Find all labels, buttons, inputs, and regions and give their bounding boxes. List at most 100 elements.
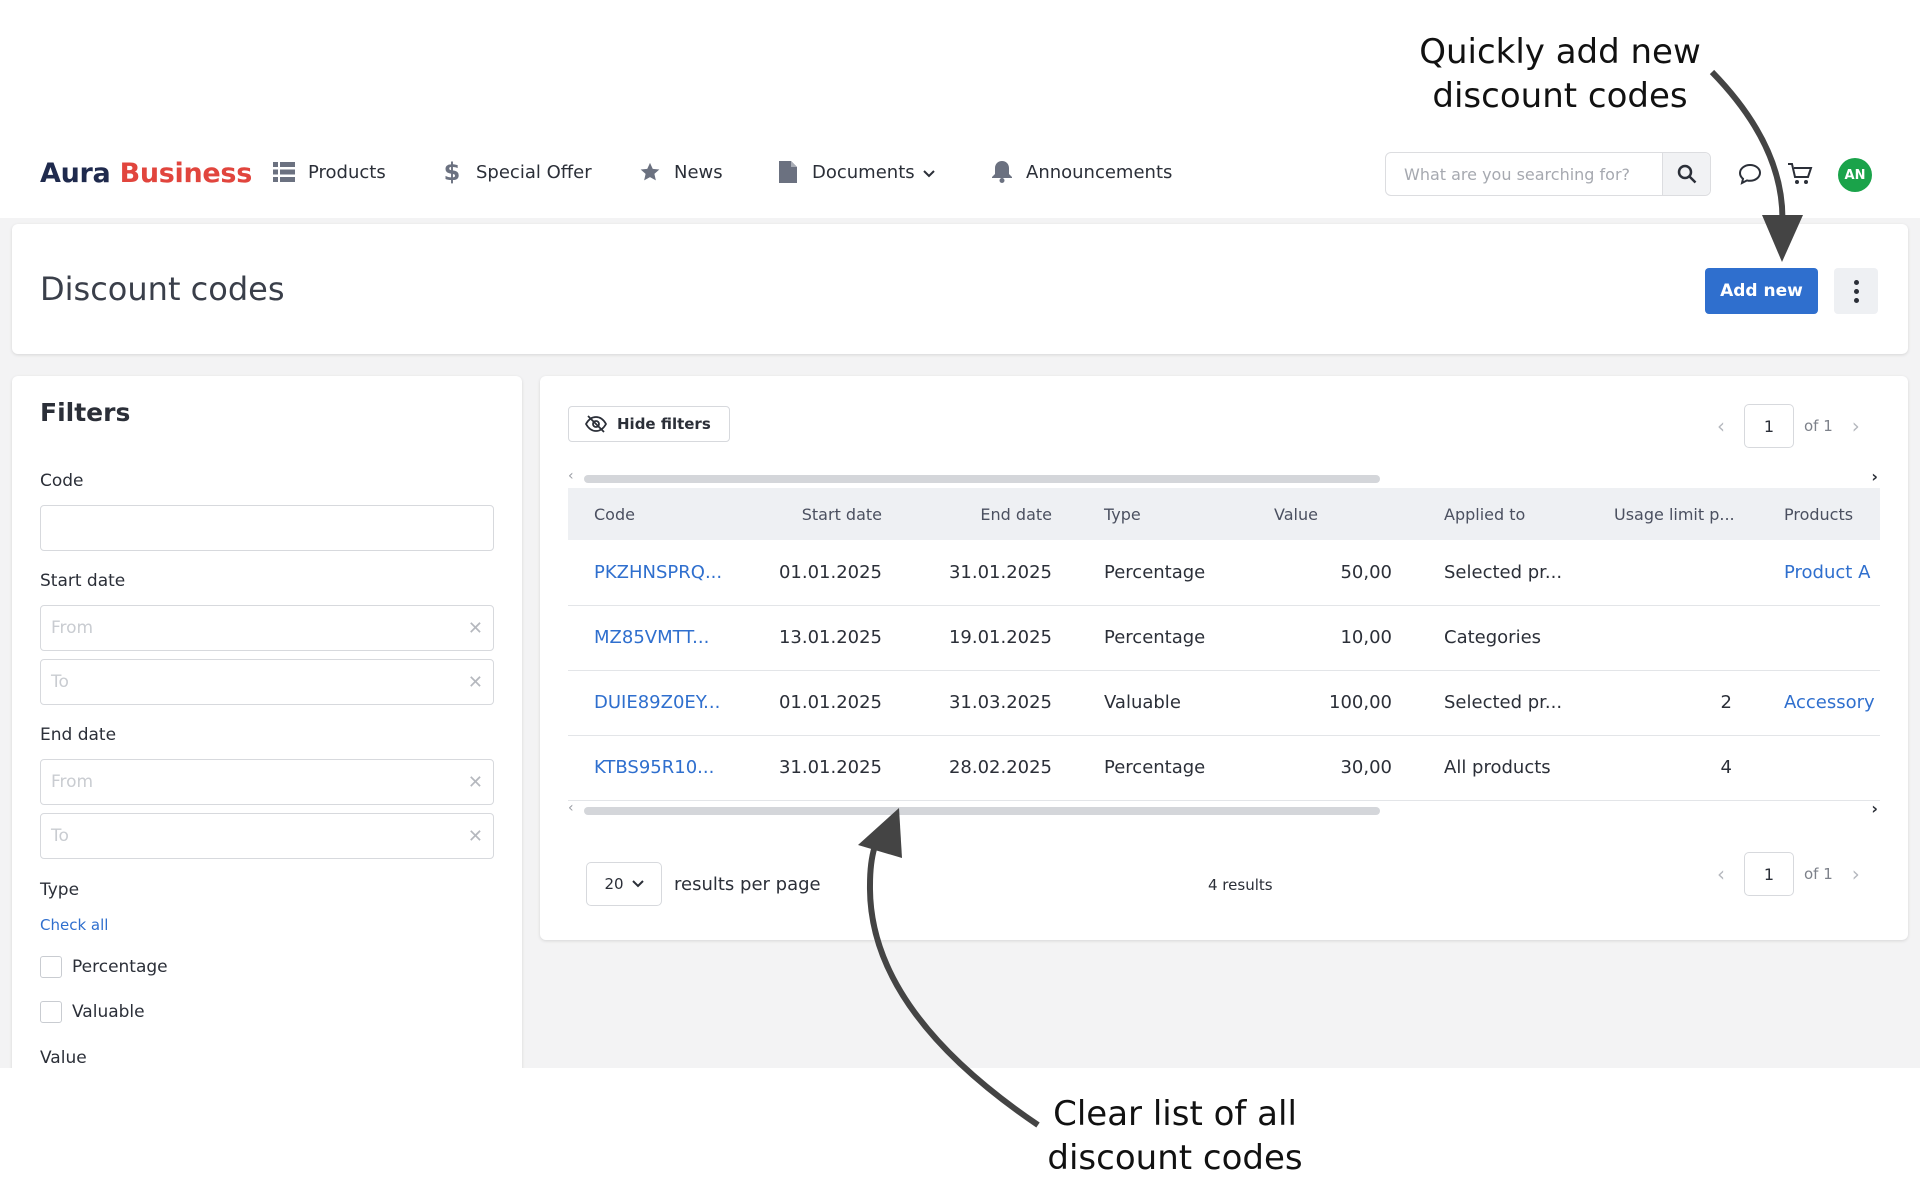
- nav-item-documents[interactable]: Documents: [776, 160, 935, 184]
- horizontal-scrollbar-top[interactable]: ‹ ›: [568, 467, 1878, 486]
- cart-icon[interactable]: [1786, 160, 1814, 188]
- scroll-thumb[interactable]: [584, 807, 1380, 815]
- scroll-thumb[interactable]: [584, 475, 1380, 483]
- code-cell[interactable]: DUIE89Z0EY...: [568, 670, 738, 736]
- usage-limit-cell: [1588, 605, 1758, 671]
- code-label: Code: [40, 471, 84, 491]
- brand-part-1: Aura: [40, 158, 111, 189]
- products-cell[interactable]: [1758, 735, 1880, 801]
- nav-item-special-offer[interactable]: $ Special Offer: [440, 158, 592, 186]
- end-date-cell: 31.03.2025: [908, 670, 1078, 736]
- checkbox[interactable]: [40, 956, 62, 978]
- scroll-right-icon[interactable]: ›: [1871, 467, 1878, 486]
- bell-icon: [990, 160, 1014, 184]
- scroll-right-icon[interactable]: ›: [1871, 799, 1878, 818]
- add-new-button[interactable]: Add new: [1705, 268, 1818, 314]
- page-header: Discount codes Add new: [12, 224, 1908, 354]
- per-page-value: 20: [604, 875, 624, 893]
- start-date-to-input[interactable]: To ✕: [40, 659, 494, 705]
- chevron-down-icon: [631, 880, 644, 888]
- column-header[interactable]: Start date: [738, 488, 908, 540]
- clear-icon[interactable]: ✕: [468, 772, 483, 793]
- more-dot: [1853, 288, 1859, 294]
- annotation-list: Clear list of all discount codes: [1025, 1092, 1325, 1180]
- annotation-line: discount codes: [1047, 1138, 1303, 1178]
- start-date-cell: 01.01.2025: [738, 540, 908, 606]
- clear-icon[interactable]: ✕: [468, 618, 483, 639]
- brand-logo[interactable]: Aura Business: [40, 158, 252, 189]
- annotation-line: discount codes: [1432, 76, 1688, 116]
- clear-icon[interactable]: ✕: [468, 826, 483, 847]
- table-row[interactable]: MZ85VMTT... 13.01.2025 19.01.2025 Percen…: [568, 605, 1880, 671]
- code-cell[interactable]: PKZHNSPRQ...: [568, 540, 738, 606]
- next-page-icon[interactable]: ›: [1843, 414, 1869, 438]
- more-options-button[interactable]: [1834, 268, 1878, 314]
- check-all-link[interactable]: Check all: [40, 916, 108, 934]
- annotation-line: Clear list of all: [1053, 1094, 1297, 1134]
- search-box: [1385, 152, 1711, 196]
- clear-icon[interactable]: ✕: [468, 672, 483, 693]
- column-header[interactable]: Code: [568, 488, 738, 540]
- avatar[interactable]: AN: [1838, 158, 1872, 192]
- page-total: of 1: [1804, 417, 1833, 435]
- start-date-from-input[interactable]: From ✕: [40, 605, 494, 651]
- per-page-select[interactable]: 20: [586, 862, 662, 906]
- column-header[interactable]: Type: [1078, 488, 1248, 540]
- code-input[interactable]: [40, 505, 494, 551]
- chat-icon[interactable]: [1736, 160, 1764, 188]
- table-header-row: Code Start date End date Type Value Appl…: [568, 488, 1880, 540]
- type-option-percentage[interactable]: Percentage: [40, 956, 168, 978]
- products-cell[interactable]: [1758, 605, 1880, 671]
- column-header[interactable]: Value: [1248, 488, 1418, 540]
- nav-item-products[interactable]: Products: [272, 160, 386, 184]
- document-icon: [776, 160, 800, 184]
- prev-page-icon[interactable]: ‹: [1708, 414, 1734, 438]
- prev-page-icon[interactable]: ‹: [1708, 862, 1734, 886]
- chevron-down-icon: [922, 162, 935, 183]
- applied-to-cell: Selected pr...: [1418, 540, 1588, 606]
- more-dot: [1853, 279, 1859, 285]
- nav-label: Announcements: [1026, 161, 1173, 183]
- next-page-icon[interactable]: ›: [1843, 862, 1869, 886]
- type-option-valuable[interactable]: Valuable: [40, 1001, 145, 1023]
- placeholder: To: [51, 672, 69, 692]
- table-row[interactable]: KTBS95R10... 31.01.2025 28.02.2025 Perce…: [568, 735, 1880, 801]
- code-cell[interactable]: MZ85VMTT...: [568, 605, 738, 671]
- checkbox-label: Valuable: [72, 1002, 145, 1022]
- products-cell[interactable]: Product A: [1758, 540, 1880, 606]
- page-number-input[interactable]: 1: [1744, 404, 1794, 448]
- scroll-left-icon[interactable]: ‹: [568, 468, 574, 484]
- page-title: Discount codes: [40, 270, 285, 308]
- page-number-input[interactable]: 1: [1744, 852, 1794, 896]
- value-cell: 30,00: [1248, 735, 1418, 801]
- table-row[interactable]: PKZHNSPRQ... 01.01.2025 31.01.2025 Perce…: [568, 540, 1880, 606]
- column-header[interactable]: Products: [1758, 488, 1880, 540]
- list-icon: [272, 160, 296, 184]
- discount-codes-table: Code Start date End date Type Value Appl…: [568, 488, 1880, 801]
- column-header[interactable]: End date: [908, 488, 1078, 540]
- code-cell[interactable]: KTBS95R10...: [568, 735, 738, 801]
- table-row[interactable]: DUIE89Z0EY... 01.01.2025 31.03.2025 Valu…: [568, 670, 1880, 736]
- horizontal-scrollbar-bottom[interactable]: ‹ ›: [568, 799, 1878, 818]
- search-button[interactable]: [1662, 153, 1710, 195]
- type-cell: Percentage: [1078, 735, 1248, 801]
- end-date-to-input[interactable]: To ✕: [40, 813, 494, 859]
- nav-item-announcements[interactable]: Announcements: [990, 160, 1172, 184]
- products-cell[interactable]: Accessory: [1758, 670, 1880, 736]
- per-page-label: results per page: [674, 873, 821, 895]
- value-cell: 100,00: [1248, 670, 1418, 736]
- checkbox[interactable]: [40, 1001, 62, 1023]
- start-date-cell: 13.01.2025: [738, 605, 908, 671]
- page-total: of 1: [1804, 865, 1833, 883]
- nav-label: Products: [308, 161, 386, 183]
- hide-filters-label: Hide filters: [617, 415, 711, 433]
- nav-item-news[interactable]: News: [638, 160, 723, 184]
- end-date-from-input[interactable]: From ✕: [40, 759, 494, 805]
- column-header[interactable]: Usage limit p...: [1588, 488, 1758, 540]
- applied-to-cell: Selected pr...: [1418, 670, 1588, 736]
- search-input[interactable]: [1386, 153, 1662, 195]
- column-header[interactable]: Applied to: [1418, 488, 1588, 540]
- scroll-left-icon[interactable]: ‹: [568, 800, 574, 816]
- hide-filters-button[interactable]: Hide filters: [568, 406, 730, 442]
- nav-label: Special Offer: [476, 161, 592, 183]
